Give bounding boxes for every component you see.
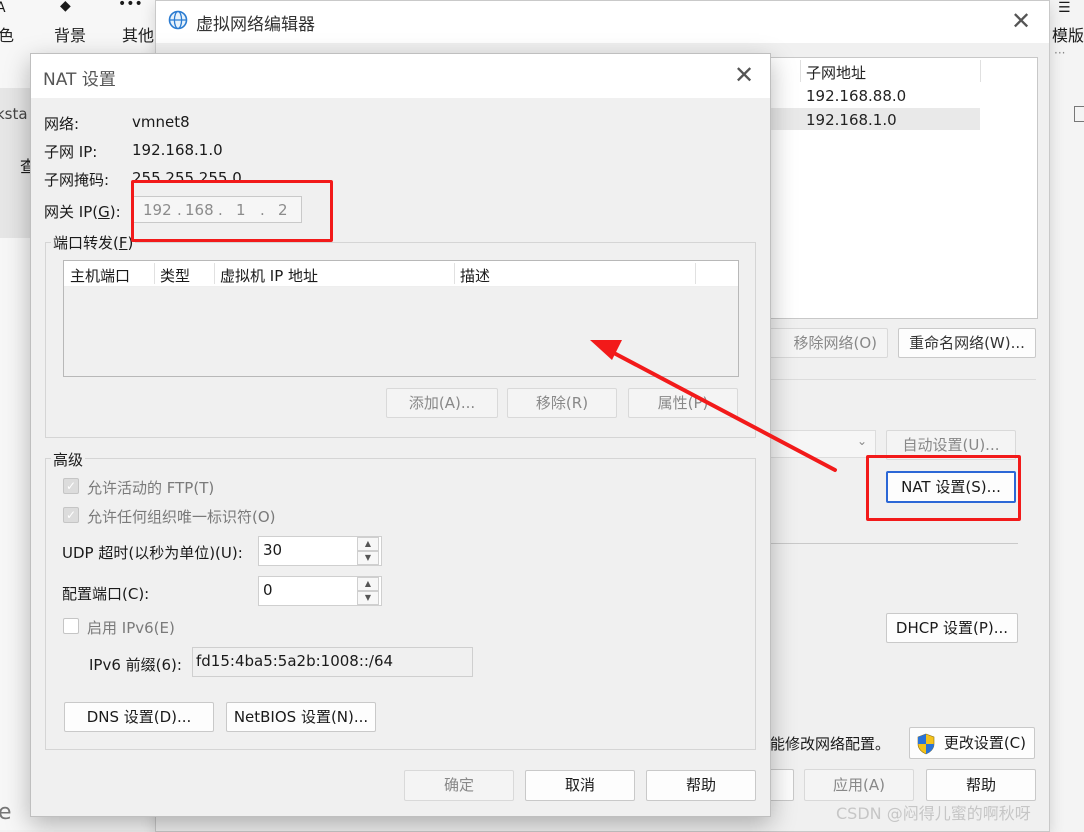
nat-network-dropdown[interactable]: ⌄ <box>756 430 876 458</box>
col-separator <box>695 263 696 284</box>
ipv6-prefix-value: fd15:4ba5:5a2b:1008::/64 <box>196 652 394 670</box>
advanced-title: 高级 <box>51 449 86 470</box>
template-icon: ☰ <box>1058 0 1071 16</box>
text-style-icon: A <box>0 0 6 16</box>
rename-network-button[interactable]: 重命名网络(W)... <box>898 328 1036 358</box>
subnet-ip-value: 192.168.1.0 <box>132 141 223 159</box>
watermark: CSDN @闷得儿蜜的啊秋呀 <box>836 804 1031 823</box>
change-settings-button[interactable]: 更改设置(C) <box>909 727 1035 759</box>
more-dots-icon: ··· <box>1054 46 1066 60</box>
add-button[interactable]: 添加(A)... <box>386 388 498 418</box>
enable-ipv6-label: 启用 IPv6(E) <box>87 619 175 637</box>
nat-settings-dialog: NAT 设置 ✕ 网络: vmnet8 子网 IP: 192.168.1.0 子… <box>30 53 771 817</box>
network-label: 网络: <box>44 115 80 133</box>
row-subnet: 192.168.88.0 <box>806 87 907 105</box>
allow-ouid-checkbox[interactable]: ✓ <box>63 507 79 523</box>
col-separator <box>154 263 155 284</box>
network-table: CP 子网地址 启用 192.168.88.0 启用 192.168.1.0 <box>736 57 1038 319</box>
spin-down-icon[interactable]: ▼ <box>357 551 379 565</box>
more-icon: ••• <box>118 0 143 12</box>
port-forwarding-title: 端口转发(F) <box>51 232 136 253</box>
vne-titlebar: 虚拟网络编辑器 ✕ <box>156 1 1049 43</box>
chevron-down-icon: ⌄ <box>857 434 868 448</box>
col-type[interactable]: 类型 <box>160 265 190 286</box>
list-header: 主机端口 类型 虚拟机 IP 地址 描述 <box>64 261 738 287</box>
background-app-right: 模版 ☰ ··· <box>1048 0 1084 830</box>
config-port-label: 配置端口(C): <box>62 585 150 603</box>
divider <box>770 379 1036 380</box>
vne-help-button[interactable]: 帮助 <box>926 769 1036 801</box>
col-subnet: 子网地址 <box>806 64 867 82</box>
table-row[interactable]: 启用 192.168.1.0 <box>736 108 980 131</box>
network-value: vmnet8 <box>132 113 190 131</box>
properties-button[interactable]: 属性(P) <box>628 388 738 418</box>
netbios-settings-button[interactable]: NetBIOS 设置(N)... <box>226 702 376 732</box>
col-host-port[interactable]: 主机端口 <box>70 265 130 286</box>
col-vm-ip[interactable]: 虚拟机 IP 地址 <box>220 265 318 286</box>
bg-side-text-1: ksta <box>0 105 28 123</box>
col-separator <box>800 60 801 82</box>
vne-ok-button-edge[interactable] <box>768 769 794 801</box>
ipv6-prefix-field[interactable]: fd15:4ba5:5a2b:1008::/64 <box>192 647 473 677</box>
spin-down-icon[interactable]: ▼ <box>357 591 379 605</box>
gateway-ip-label: 网关 IP(G): <box>44 203 121 221</box>
col-separator <box>214 263 215 284</box>
udp-timeout-label: UDP 超时(以秒为单位)(U): <box>62 544 243 562</box>
bucket-icon: ◆ <box>60 0 71 14</box>
allow-ouid-label: 允许任何组织唯一标识符(O) <box>87 508 276 526</box>
help-button[interactable]: 帮助 <box>646 770 756 801</box>
allow-ftp-checkbox[interactable]: ✓ <box>63 478 79 494</box>
port-forwarding-list[interactable]: 主机端口 类型 虚拟机 IP 地址 描述 <box>63 260 739 377</box>
annotation-box-gateway <box>131 180 333 242</box>
shield-icon <box>917 733 935 755</box>
row-subnet: 192.168.1.0 <box>806 111 897 129</box>
udp-timeout-value: 30 <box>263 541 283 559</box>
vne-title: 虚拟网络编辑器 <box>196 15 315 35</box>
table-row[interactable]: 启用 192.168.88.0 <box>736 84 980 107</box>
change-settings-label: 更改设置(C) <box>943 734 1026 752</box>
bg-toolbar-item-other[interactable]: 其他 <box>122 22 154 46</box>
col-separator <box>454 263 455 284</box>
config-port-value: 0 <box>263 581 273 599</box>
remove-button[interactable]: 移除(R) <box>507 388 617 418</box>
ipv6-prefix-label: IPv6 前缀(6): <box>89 656 182 674</box>
spin-up-icon[interactable]: ▲ <box>357 577 379 591</box>
col-separator <box>980 60 981 82</box>
vne-close-icon[interactable]: ✕ <box>1011 7 1031 35</box>
nat-titlebar: NAT 设置 ✕ <box>31 54 770 98</box>
subnet-ip-label: 子网 IP: <box>44 143 98 161</box>
enable-ipv6-checkbox[interactable] <box>63 618 79 634</box>
bg-toolbar-item-background[interactable]: 背景 <box>54 22 86 46</box>
nat-title: NAT 设置 <box>43 70 116 90</box>
divider <box>770 543 1018 544</box>
annotation-box-nat-button <box>866 455 1021 521</box>
subnet-mask-label: 子网掩码: <box>44 171 110 189</box>
ok-button[interactable]: 确定 <box>404 770 514 801</box>
bg-toolbar-item-color[interactable]: 色 <box>0 22 14 46</box>
nat-close-icon[interactable]: ✕ <box>734 61 754 89</box>
dhcp-settings-button[interactable]: DHCP 设置(P)... <box>886 613 1018 643</box>
window-edge <box>1074 106 1084 122</box>
globe-icon <box>168 10 188 30</box>
spin-up-icon[interactable]: ▲ <box>357 537 379 551</box>
bg-bottom-letter: e <box>0 800 12 825</box>
dns-settings-button[interactable]: DNS 设置(D)... <box>64 702 214 732</box>
cancel-button[interactable]: 取消 <box>525 770 635 801</box>
bg-toolbar-item-template[interactable]: 模版 <box>1052 22 1084 46</box>
col-description[interactable]: 描述 <box>460 265 490 286</box>
allow-ftp-label: 允许活动的 FTP(T) <box>87 479 215 497</box>
admin-note: 能修改网络配置。 <box>770 735 891 753</box>
apply-button[interactable]: 应用(A) <box>804 769 914 801</box>
